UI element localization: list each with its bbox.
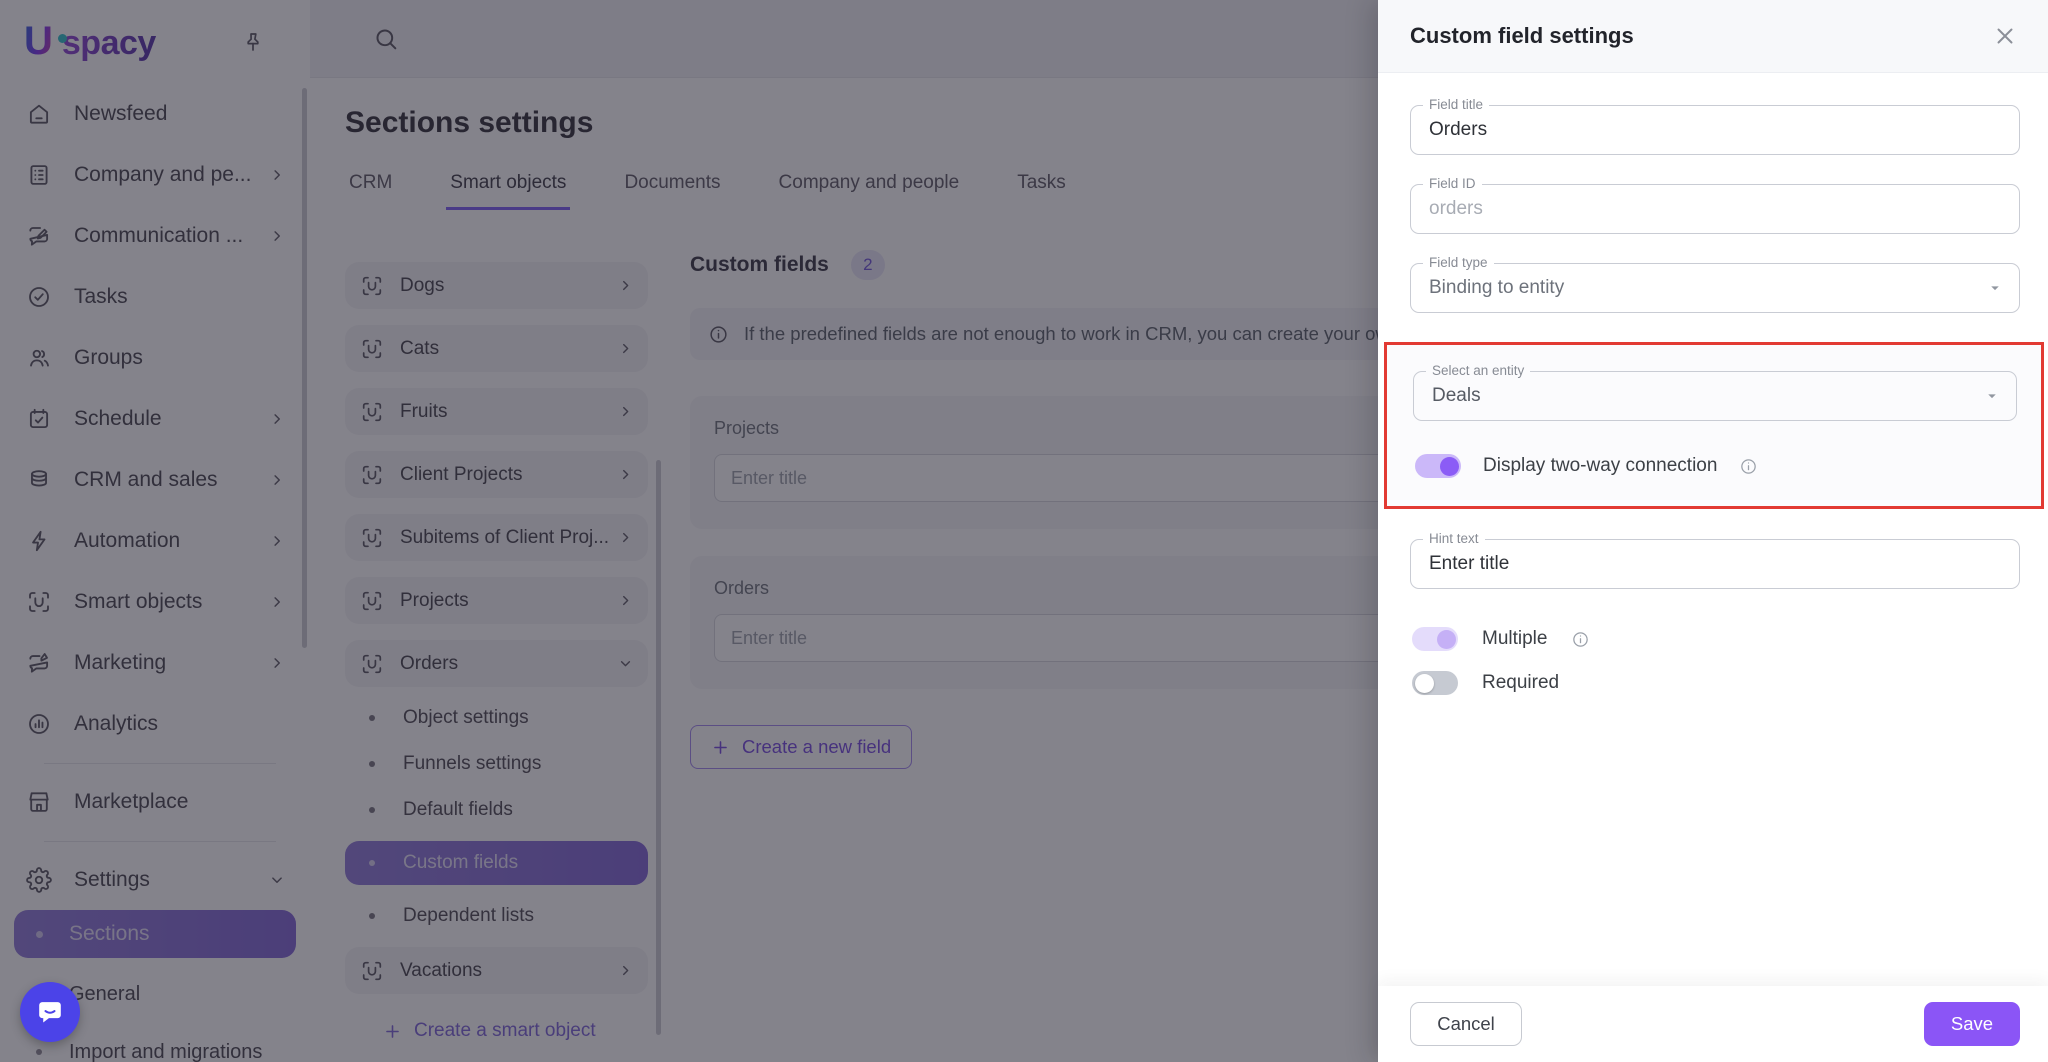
panel-header: Custom field settings [1378, 0, 2048, 73]
panel-footer: Cancel Save [1378, 986, 2048, 1062]
modal-backdrop[interactable] [0, 0, 1378, 1062]
multiple-label: Multiple [1482, 628, 1547, 650]
field-title-input[interactable] [1411, 106, 2019, 154]
field-id-input[interactable] [1411, 185, 2019, 233]
field-type-label: Field type [1423, 255, 1494, 271]
field-type-value [1411, 264, 2019, 312]
caret-down-icon [1982, 386, 2002, 406]
save-button[interactable]: Save [1924, 1002, 2020, 1046]
required-toggle[interactable] [1412, 671, 1458, 695]
custom-field-settings-panel: Custom field settings Field title Field … [1378, 0, 2048, 1062]
field-title-label: Field title [1423, 97, 1489, 113]
close-icon[interactable] [1988, 19, 2022, 53]
required-label: Required [1482, 672, 1559, 694]
caret-down-icon [1985, 278, 2005, 298]
select-entity-label: Select an entity [1426, 363, 1530, 379]
field-id-group: Field ID [1410, 184, 2020, 234]
panel-options: Multiple Required [1410, 627, 2020, 695]
panel-body: Field title Field ID Field type Select a… [1378, 73, 2048, 986]
info-icon [1739, 457, 1758, 476]
multiple-row: Multiple [1412, 627, 2020, 651]
app-root: U spacy Newsfeed Company and pe... Commu… [0, 0, 2048, 1062]
field-type-select[interactable]: Field type [1410, 263, 2020, 313]
hint-text-label: Hint text [1423, 531, 1485, 547]
chat-bubble-icon [34, 996, 66, 1028]
two-way-connection-label: Display two-way connection [1483, 455, 1717, 477]
annotation-highlight-box: Select an entity Display two-way connect… [1384, 342, 2044, 509]
required-row: Required [1412, 671, 2020, 695]
info-icon [1571, 630, 1590, 649]
two-way-connection-toggle[interactable] [1415, 454, 1461, 478]
select-entity-select[interactable]: Select an entity [1413, 371, 2017, 421]
cancel-button[interactable]: Cancel [1410, 1002, 1522, 1046]
select-entity-value [1414, 372, 2016, 420]
field-title-group: Field title [1410, 105, 2020, 155]
hint-text-group: Hint text [1410, 539, 2020, 589]
field-id-label: Field ID [1423, 176, 1482, 192]
chat-widget-button[interactable] [20, 982, 80, 1042]
multiple-toggle[interactable] [1412, 627, 1458, 651]
hint-text-input[interactable] [1411, 540, 2019, 588]
two-way-connection-row: Display two-way connection [1413, 450, 2017, 502]
panel-title: Custom field settings [1410, 23, 1634, 49]
